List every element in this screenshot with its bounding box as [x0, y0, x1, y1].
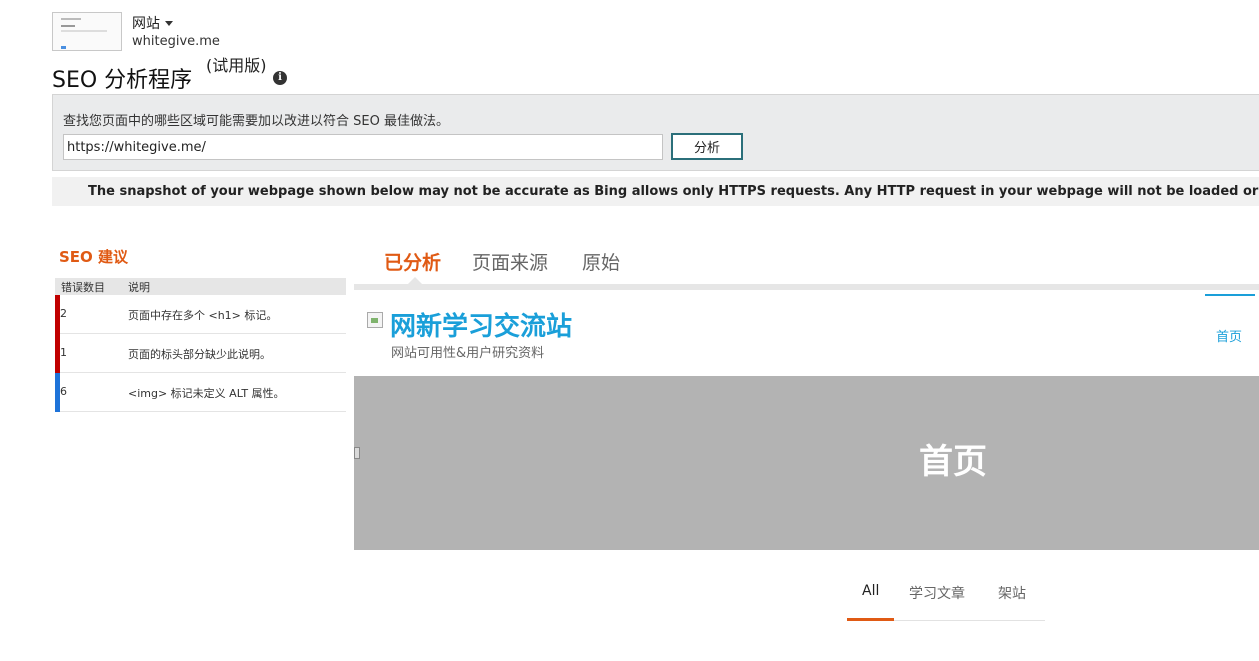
page-title: SEO 分析程序: [52, 68, 193, 93]
column-error-count: 错误数目: [61, 281, 105, 294]
analyze-description: 查找您页面中的哪些区域可能需要加以改进以符合 SEO 最佳做法。: [63, 114, 449, 129]
https-notice: The snapshot of your webpage shown below…: [52, 177, 1259, 206]
tab-original[interactable]: 原始: [582, 248, 620, 275]
seo-suggestions-title: SEO 建议: [59, 248, 129, 266]
category-articles[interactable]: 学习文章: [909, 583, 965, 603]
preview-site-logo[interactable]: 网新学习交流站: [390, 306, 572, 343]
tab-page-source[interactable]: 页面来源: [472, 248, 548, 275]
error-count: 1: [60, 346, 67, 359]
tab-analyzed[interactable]: 已分析: [384, 248, 441, 275]
error-count: 2: [60, 307, 67, 320]
column-description: 说明: [128, 281, 150, 294]
preview-banner: 首页: [354, 376, 1259, 550]
site-thumbnail[interactable]: [52, 12, 122, 51]
category-site-building[interactable]: 架站: [998, 583, 1026, 603]
analyze-button[interactable]: 分析: [671, 133, 743, 160]
suggestion-text: 页面的标头部分缺少此说明。: [128, 348, 271, 361]
category-all[interactable]: All: [862, 583, 879, 599]
suggestions-header: 错误数目 说明: [55, 278, 346, 295]
preview-category-tabs: All 学习文章 架站: [847, 580, 1045, 621]
active-category-underline: [847, 618, 894, 621]
url-input[interactable]: [63, 134, 663, 160]
site-url: whitegive.me: [132, 34, 220, 49]
site-selector[interactable]: 网站: [132, 13, 173, 33]
analyze-panel: 查找您页面中的哪些区域可能需要加以改进以符合 SEO 最佳做法。 分析: [52, 94, 1259, 171]
preview-tagline: 网站可用性&用户研究资料: [391, 346, 545, 361]
preview-nav-indicator: [1205, 294, 1255, 296]
preview-nav-home[interactable]: 首页: [1216, 326, 1242, 345]
trial-badge: (试用版): [206, 56, 267, 75]
preview-banner-title: 首页: [919, 442, 987, 482]
seo-suggestions-table: 错误数目 说明 2 页面中存在多个 <h1> 标记。 1 页面的标头部分缺少此说…: [55, 278, 346, 412]
seo-analyzer-page: 网站 whitegive.me SEO 分析程序 (试用版) i 查找您页面中的…: [0, 0, 1259, 661]
error-count: 6: [60, 385, 67, 398]
broken-image-icon: [367, 312, 383, 328]
suggestion-row[interactable]: 1 页面的标头部分缺少此说明。: [55, 334, 346, 373]
suggestion-text: <img> 标记未定义 ALT 属性。: [128, 387, 285, 400]
info-icon[interactable]: i: [273, 71, 287, 85]
site-selector-label: 网站: [132, 16, 160, 32]
suggestion-row[interactable]: 6 <img> 标记未定义 ALT 属性。: [55, 373, 346, 412]
suggestion-text: 页面中存在多个 <h1> 标记。: [128, 309, 278, 322]
caret-down-icon: [165, 21, 173, 26]
suggestion-row[interactable]: 2 页面中存在多个 <h1> 标记。: [55, 295, 346, 334]
broken-image-icon: [354, 447, 360, 459]
page-preview: 网新学习交流站 网站可用性&用户研究资料 首页 首页 All 学习文章 架站: [354, 290, 1259, 661]
